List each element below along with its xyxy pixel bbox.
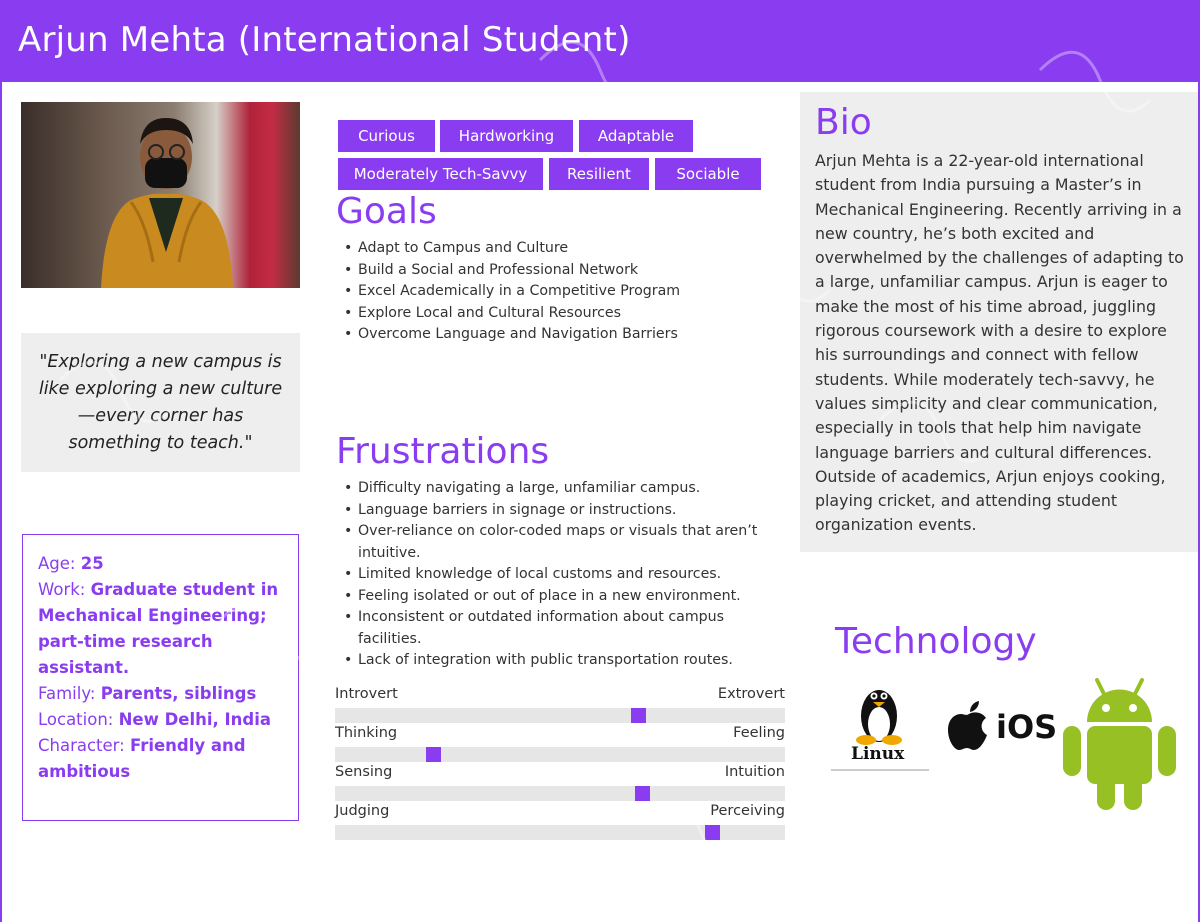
- info-family-value: Parents, siblings: [100, 684, 257, 703]
- persona-photo: [21, 102, 300, 288]
- slider-left-label: Sensing: [335, 764, 393, 780]
- technology-title: Technology: [835, 621, 1037, 662]
- persona-quote: "Exploring a new campus is like explorin…: [38, 351, 283, 453]
- slider-right-label: Perceiving: [710, 803, 785, 819]
- slider-left-label: Introvert: [335, 686, 398, 702]
- slider-left-label: Judging: [335, 803, 390, 819]
- info-age-value: 25: [80, 554, 104, 573]
- list-item: Difficulty navigating a large, unfamilia…: [337, 478, 782, 500]
- list-item: Overcome Language and Navigation Barrier…: [337, 324, 777, 346]
- info-work-label: Work:: [38, 580, 91, 599]
- slider-thumb: [426, 747, 441, 762]
- persona-title: Arjun Mehta (International Student): [18, 20, 631, 60]
- list-item: Excel Academically in a Competitive Prog…: [337, 281, 777, 303]
- personality-slider-sensing-intuition: Sensing Intuition: [335, 764, 785, 804]
- linux-icon: Linux: [831, 674, 929, 772]
- slider-thumb: [705, 825, 720, 840]
- info-character-label: Character:: [38, 736, 130, 755]
- goals-title: Goals: [336, 191, 437, 232]
- person-illustration: [101, 118, 233, 288]
- trait-badge: Hardworking: [440, 120, 573, 152]
- list-item: Lack of integration with public transpor…: [337, 650, 782, 672]
- trait-badge: Sociable: [655, 158, 761, 190]
- info-character: Character: Friendly and ambitious: [38, 733, 288, 785]
- header-bar: Arjun Mehta (International Student): [0, 0, 1200, 82]
- personality-slider-thinking-feeling: Thinking Feeling: [335, 725, 785, 765]
- bio-panel: Bio Arjun Mehta is a 22-year-old interna…: [800, 92, 1198, 552]
- info-location: Location: New Delhi, India: [38, 707, 288, 733]
- info-work: Work: Graduate student in Mechanical Eng…: [38, 577, 288, 681]
- slider-left-label: Thinking: [335, 725, 398, 741]
- persona-info-box: Age: 25 Work: Graduate student in Mechan…: [22, 534, 299, 821]
- bio-text: Arjun Mehta is a 22-year-old internation…: [815, 151, 1184, 535]
- persona-quote-box: "Exploring a new campus is like explorin…: [21, 333, 300, 472]
- personality-slider-introvert-extrovert: Introvert Extrovert: [335, 686, 785, 726]
- ios-label: iOS: [996, 708, 1058, 746]
- slider-right-label: Feeling: [733, 725, 785, 741]
- list-item: Language barriers in signage or instruct…: [337, 500, 782, 522]
- list-item: Adapt to Campus and Culture: [337, 238, 777, 260]
- info-age: Age: 25: [38, 551, 288, 577]
- trait-badge: Moderately Tech-Savvy: [338, 158, 543, 190]
- info-family: Family: Parents, siblings: [38, 681, 288, 707]
- slider-thumb: [635, 786, 650, 801]
- linux-label: Linux: [851, 744, 905, 764]
- list-item: Explore Local and Cultural Resources: [337, 303, 777, 325]
- slider-track: [335, 825, 785, 840]
- info-age-label: Age:: [38, 554, 81, 573]
- info-location-value: New Delhi, India: [118, 710, 272, 729]
- list-item: Feeling isolated or out of place in a ne…: [337, 586, 782, 608]
- slider-track: [335, 708, 785, 723]
- trait-badge: Adaptable: [579, 120, 693, 152]
- frustrations-list: Difficulty navigating a large, unfamilia…: [337, 478, 782, 672]
- slider-right-label: Intuition: [724, 764, 785, 780]
- info-family-label: Family:: [38, 684, 101, 703]
- android-icon: [1061, 674, 1178, 811]
- info-location-label: Location:: [38, 710, 119, 729]
- goals-list: Adapt to Campus and Culture Build a Soci…: [337, 238, 777, 346]
- list-item: Build a Social and Professional Network: [337, 260, 777, 282]
- list-item: Over-reliance on color-coded maps or vis…: [337, 521, 782, 564]
- slider-right-label: Extrovert: [717, 686, 785, 702]
- trait-badge: Curious: [338, 120, 435, 152]
- personality-slider-judging-perceiving: Judging Perceiving: [335, 803, 785, 843]
- slider-thumb: [631, 708, 646, 723]
- slider-track: [335, 747, 785, 762]
- frustrations-title: Frustrations: [336, 431, 550, 472]
- slider-track: [335, 786, 785, 801]
- apple-ios-icon: iOS: [946, 700, 1058, 758]
- trait-badge: Resilient: [549, 158, 649, 190]
- list-item: Inconsistent or outdated information abo…: [337, 607, 782, 650]
- bio-title: Bio: [815, 102, 872, 143]
- list-item: Limited knowledge of local customs and r…: [337, 564, 782, 586]
